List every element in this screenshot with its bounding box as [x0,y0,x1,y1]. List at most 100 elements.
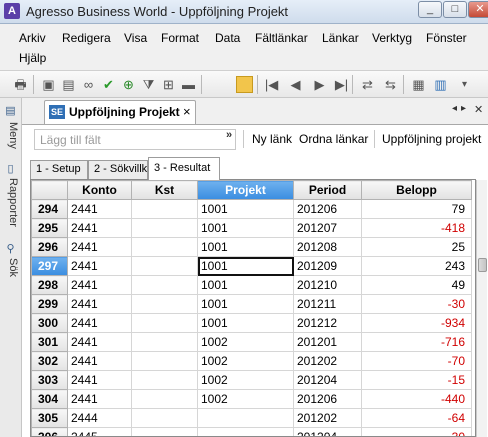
cell-projekt[interactable] [197,408,294,428]
sidebar-item-rapporter[interactable]: Rapporter [3,178,19,227]
table-row[interactable]: 299 2441 1001 201211 -30 [31,294,472,314]
cell-konto[interactable]: 2441 [67,218,132,238]
cell-period[interactable]: 201204 [293,370,362,390]
table-row[interactable]: 306 2445 201204 -30 [31,427,472,436]
cell-kst[interactable] [131,389,198,409]
cell-konto[interactable]: 2441 [67,294,132,314]
cell-projekt[interactable]: 1001 [197,275,294,295]
zoom-icon[interactable]: ⊕ [120,76,137,93]
row-number[interactable]: 300 [31,313,68,333]
cell-kst[interactable] [131,218,198,238]
vertical-scrollbar[interactable] [476,180,487,437]
menu-hjalp[interactable]: Hjälp [19,51,46,65]
search-icon[interactable]: ⚲ [3,242,18,256]
row-number[interactable]: 302 [31,351,68,371]
menu-fonster[interactable]: Fönster [426,31,467,45]
cell-belopp[interactable]: -15 [361,370,472,390]
table-row[interactable]: 305 2444 201202 -64 [31,408,472,428]
cell-period[interactable]: 201204 [293,427,362,436]
cell-kst[interactable] [131,199,198,219]
row-number[interactable]: 306 [31,427,68,436]
row-number[interactable]: 294 [31,199,68,219]
column-header-kst[interactable]: Kst [131,180,198,200]
table-row[interactable]: 294 2441 1001 201206 79 [31,199,472,219]
cell-belopp[interactable]: 25 [361,237,472,257]
maximize-button[interactable]: □ [443,1,467,18]
cell-period[interactable]: 201202 [293,351,362,371]
table-row[interactable]: 298 2441 1001 201210 49 [31,275,472,295]
cell-period[interactable]: 201201 [293,332,362,352]
row-number[interactable]: 295 [31,218,68,238]
more-icon[interactable]: ▾ [456,76,473,93]
menu-data[interactable]: Data [215,31,240,45]
cell-konto[interactable]: 2441 [67,237,132,257]
cell-kst[interactable] [131,294,198,314]
menu-verktyg[interactable]: Verktyg [372,31,412,45]
print-icon[interactable]: 🖶 [12,76,29,93]
column-header-belopp[interactable]: Belopp [361,180,472,200]
document-tab[interactable]: SE Uppföljning Projekt × [44,100,196,124]
row-number[interactable]: 305 [31,408,68,428]
cell-period[interactable]: 201206 [293,199,362,219]
reports-icon[interactable]: ▯ [3,162,18,176]
cell-belopp[interactable]: -30 [361,294,472,314]
cell-belopp[interactable]: -30 [361,427,472,436]
cell-projekt[interactable]: 1002 [197,351,294,371]
cell-projekt[interactable]: 1001 [197,199,294,219]
menu-icon[interactable]: ▤ [3,104,18,118]
menu-format[interactable]: Format [161,31,199,45]
cell-konto[interactable]: 2441 [67,199,132,219]
cell-konto[interactable]: 2441 [67,389,132,409]
cell-kst[interactable] [131,237,198,257]
add-field-input[interactable]: Lägg till fält [34,129,236,150]
cell-projekt[interactable]: 1001 [197,294,294,314]
tab-scroll-right-icon[interactable]: ▸ [461,103,466,114]
tab-setup[interactable]: 1 - Setup [30,160,88,179]
tab-resultat[interactable]: 3 - Resultat [148,157,220,180]
cell-belopp[interactable]: 243 [361,256,472,276]
cell-projekt[interactable]: 1002 [197,389,294,409]
filter-icon[interactable]: ⧩ [140,76,157,93]
cell-projekt[interactable]: 1001 [197,237,294,257]
cell-belopp[interactable]: -70 [361,351,472,371]
chevron-right-icon[interactable]: » [226,129,232,141]
cell-period[interactable]: 201209 [293,256,362,276]
row-number[interactable]: 299 [31,294,68,314]
sidebar-item-meny[interactable]: Meny [3,122,19,149]
row-number-header[interactable] [31,180,68,200]
table-row[interactable]: 301 2441 1002 201201 -716 [31,332,472,352]
cell-konto[interactable]: 2441 [67,256,132,276]
cell-belopp[interactable]: -716 [361,332,472,352]
cell-projekt[interactable] [197,427,294,436]
row-number[interactable]: 303 [31,370,68,390]
cell-projekt[interactable]: 1001 [197,218,294,238]
cell-kst[interactable] [131,427,198,436]
find-icon[interactable]: ▤ [60,76,77,93]
table-row[interactable]: 304 2441 1002 201206 -440 [31,389,472,409]
cell-konto[interactable]: 2445 [67,427,132,436]
cell-belopp[interactable]: -418 [361,218,472,238]
menu-arkiv[interactable]: Arkiv [19,31,46,45]
column-header-konto[interactable]: Konto [67,180,132,200]
cell-period[interactable]: 201212 [293,313,362,333]
cell-belopp[interactable]: 49 [361,275,472,295]
cell-kst[interactable] [131,275,198,295]
delete-row-icon[interactable]: ▬ [180,76,197,93]
row-number[interactable]: 298 [31,275,68,295]
cell-kst[interactable] [131,408,198,428]
column-header-period[interactable]: Period [293,180,362,200]
cell-kst[interactable] [131,332,198,352]
cell-belopp[interactable]: -934 [361,313,472,333]
scrollbar-thumb[interactable] [478,258,487,272]
cell-kst[interactable] [131,256,198,276]
cell-konto[interactable]: 2441 [67,370,132,390]
row-number[interactable]: 297 [31,256,68,276]
cell-belopp[interactable]: -440 [361,389,472,409]
cell-period[interactable]: 201211 [293,294,362,314]
tab-scroll-left-icon[interactable]: ◂ [452,103,457,114]
tab-close-all-icon[interactable]: ✕ [474,103,483,116]
check-icon[interactable]: ✔ [100,76,117,93]
chart-icon[interactable]: ▥ [432,76,449,93]
menu-redigera[interactable]: Redigera [62,31,111,45]
cell-konto[interactable]: 2441 [67,351,132,371]
